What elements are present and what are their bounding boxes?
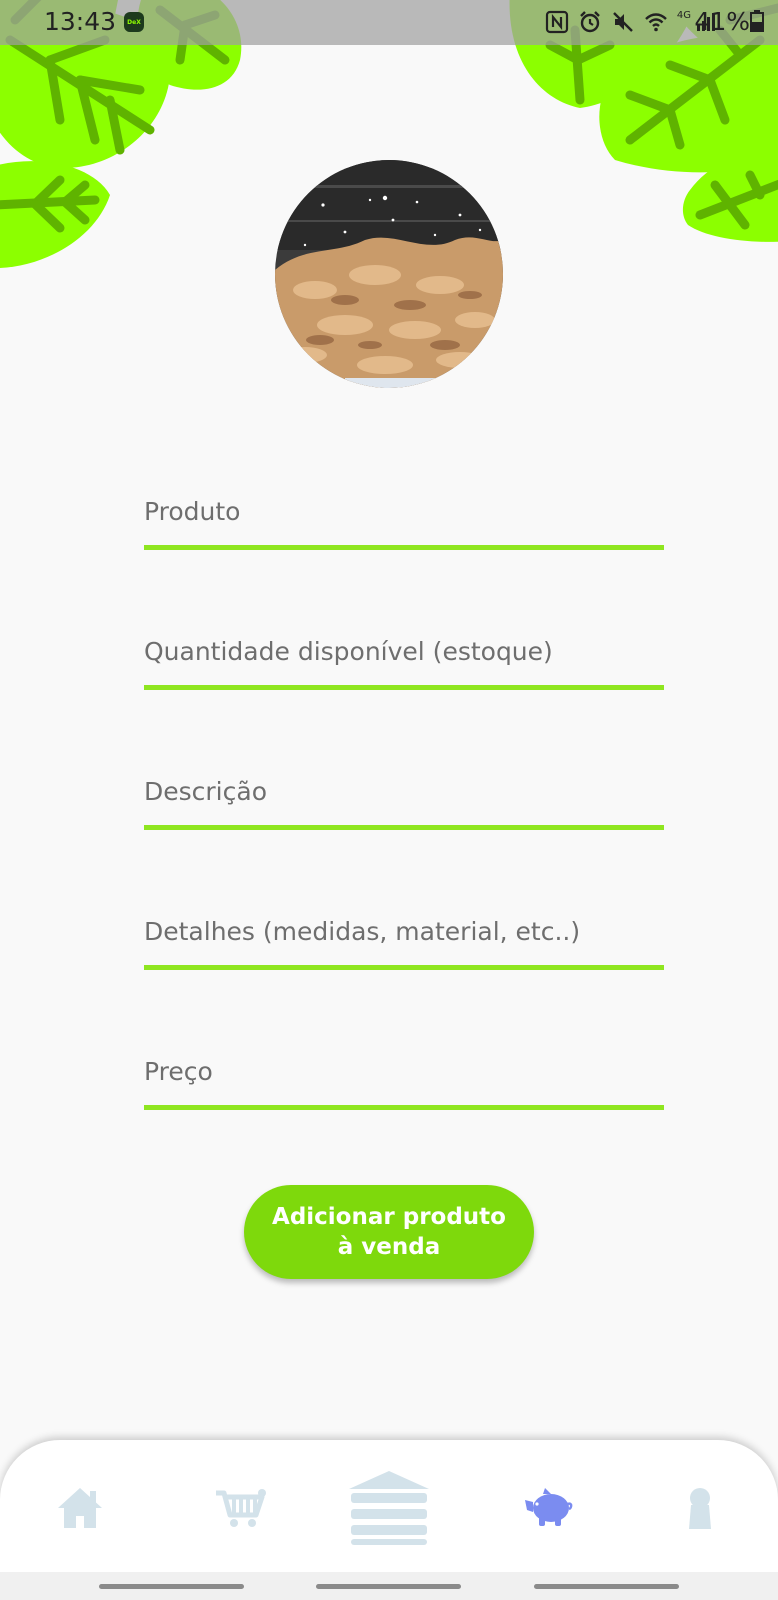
gesture-pill-right[interactable] [534, 1584, 679, 1589]
price-field-wrapper [144, 1030, 664, 1170]
details-field-wrapper [144, 890, 664, 1030]
battery-level: 41% [694, 7, 750, 36]
dex-badge-icon: DeX [124, 12, 144, 32]
product-photo-image [275, 160, 503, 388]
product-name-input[interactable] [144, 470, 664, 550]
network-type: 4G [676, 10, 691, 21]
price-input[interactable] [144, 1030, 664, 1110]
stack-icon [349, 1470, 429, 1545]
gesture-pill-center[interactable] [316, 1584, 461, 1589]
gesture-pill-left[interactable] [99, 1584, 244, 1589]
screen: 13:43 DeX 4G 41% Produto Quantidade disp… [0, 0, 778, 1600]
nfc-icon [545, 10, 568, 34]
description-field-wrapper [144, 750, 664, 890]
status-time: 13:43 [44, 7, 117, 36]
cart-icon [216, 1488, 266, 1527]
nav-profile[interactable] [645, 1440, 755, 1575]
details-input[interactable] [144, 890, 664, 970]
mute-icon [613, 12, 633, 32]
status-icons: 4G [545, 7, 718, 37]
alarm-icon [580, 11, 600, 33]
product-form [144, 470, 664, 1170]
quantity-field-wrapper [144, 610, 664, 750]
system-gesture-bar [0, 1572, 778, 1600]
nav-home[interactable] [25, 1440, 135, 1575]
bottom-navigation [0, 1440, 778, 1575]
status-bar: 13:43 DeX 4G 41% [0, 0, 778, 45]
product-field-wrapper [144, 470, 664, 610]
nav-cart[interactable] [185, 1440, 295, 1575]
person-icon [689, 1487, 711, 1529]
product-photo[interactable] [275, 160, 503, 388]
description-input[interactable] [144, 750, 664, 830]
add-product-button[interactable]: Adicionar produto à venda [244, 1185, 534, 1279]
home-icon [58, 1487, 102, 1528]
nav-piggy-bank[interactable] [493, 1440, 603, 1575]
nav-stack[interactable] [334, 1440, 444, 1575]
quantity-input[interactable] [144, 610, 664, 690]
wifi-icon [645, 13, 667, 32]
battery-charging-icon [750, 10, 764, 32]
piggy-bank-icon [525, 1487, 573, 1526]
